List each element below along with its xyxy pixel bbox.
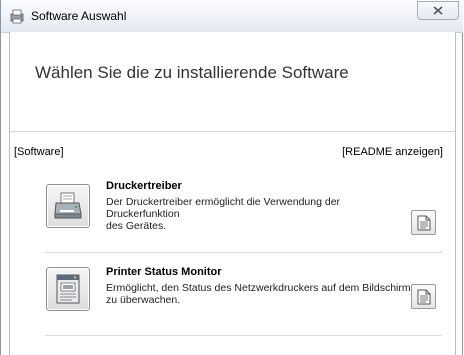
desc-line: Ermöglicht, den Status des Netzwerkdruck… — [106, 282, 411, 294]
install-status-monitor-button[interactable] — [46, 267, 90, 311]
window-title: Software Auswahl — [31, 9, 127, 23]
install-printer-driver-button[interactable] — [46, 184, 90, 228]
software-selection-window: Software Auswahl Wählen Sie die zu insta… — [0, 0, 463, 355]
title-bar: Software Auswahl — [1, 0, 463, 33]
app-printer-icon — [8, 7, 26, 25]
item-desc-printer-driver: Der Druckertreiber ermöglicht die Verwen… — [106, 196, 411, 232]
software-section-label: [Software] — [14, 146, 64, 158]
document-icon — [417, 289, 431, 305]
desc-line: zu überwachen. — [106, 294, 181, 306]
status-monitor-icon — [56, 274, 80, 304]
printer-icon — [54, 192, 82, 219]
document-icon — [417, 215, 431, 231]
desc-line: des Gerätes. — [106, 220, 167, 232]
item-divider — [45, 335, 442, 336]
desc-line: Der Druckertreiber ermöglicht die Verwen… — [106, 196, 341, 220]
item-title-status-monitor: Printer Status Monitor — [106, 266, 222, 278]
item-title-printer-driver: Druckertreiber — [106, 180, 182, 192]
item-desc-status-monitor: Ermöglicht, den Status des Netzwerkdruck… — [106, 282, 411, 306]
readme-printer-driver-button[interactable] — [411, 210, 436, 235]
item-divider — [45, 252, 442, 253]
dialog-content: Wählen Sie die zu installierende Softwar… — [9, 32, 456, 355]
section-divider — [10, 131, 455, 132]
readme-section-label: [README anzeigen] — [342, 146, 443, 158]
close-button[interactable] — [417, 1, 459, 20]
readme-status-monitor-button[interactable] — [411, 284, 436, 309]
close-icon — [433, 6, 443, 15]
page-heading: Wählen Sie die zu installierende Softwar… — [35, 63, 349, 82]
